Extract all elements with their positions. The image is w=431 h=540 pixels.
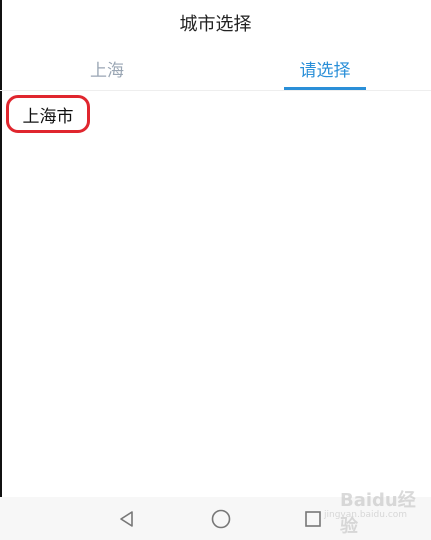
watermark-url: jingyan.baidu.com	[324, 510, 408, 520]
page-title: 城市选择	[179, 14, 252, 35]
triangle-back-icon	[120, 511, 133, 527]
city-item-shanghai[interactable]: 上海市	[6, 95, 90, 133]
tab-city[interactable]: 请选择	[284, 46, 366, 90]
circle-home-icon	[211, 509, 231, 529]
tab-province-label: 上海	[90, 60, 124, 81]
active-tab-underline	[284, 87, 366, 90]
home-button[interactable]	[207, 505, 235, 533]
city-item-label: 上海市	[22, 106, 74, 127]
tab-bar: 上海 请选择	[0, 46, 431, 91]
baidu-watermark: Baidu经验 jingyan.baidu.com	[318, 482, 426, 537]
header: 城市选择	[0, 0, 431, 46]
tab-city-label: 请选择	[299, 60, 351, 81]
tab-province[interactable]: 上海	[62, 46, 152, 90]
back-button[interactable]	[113, 505, 141, 533]
